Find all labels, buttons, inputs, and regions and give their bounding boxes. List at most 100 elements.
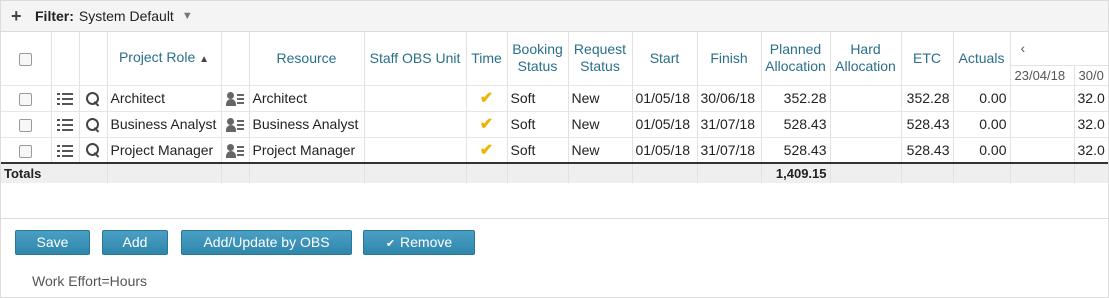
details-list-icon[interactable] <box>57 144 73 158</box>
filter-value[interactable]: System Default <box>79 8 174 24</box>
col-header-finish[interactable]: Finish <box>697 32 762 85</box>
details-list-icon[interactable] <box>57 118 73 132</box>
resource-icon[interactable] <box>226 118 244 133</box>
cell-booking-status: Soft <box>507 136 569 163</box>
cell-project-role: Project Manager <box>107 136 222 163</box>
totals-blank <box>1074 162 1108 183</box>
row-select-cell <box>1 84 52 111</box>
select-all-checkbox[interactable] <box>19 52 33 66</box>
col-header-date-2: 30/0 <box>1074 64 1108 85</box>
row-checkbox[interactable] <box>19 118 33 132</box>
cell-resource-link[interactable]: Architect <box>249 84 365 111</box>
cell-staff-obs <box>364 110 467 137</box>
remove-label: Remove <box>400 234 453 250</box>
row-select-cell <box>1 110 52 137</box>
col-header-date-1: 23/04/18 <box>1010 64 1075 85</box>
expand-filter-icon[interactable]: + <box>11 7 25 25</box>
totals-blank <box>221 162 250 183</box>
timescale-nav: ‹ <box>1010 32 1108 65</box>
totals-blank <box>568 162 633 183</box>
cell-date-2: 32.0 <box>1074 110 1108 137</box>
col-header-project-role[interactable]: Project Role ▲ <box>107 32 222 85</box>
cell-hard <box>830 136 902 163</box>
cell-time: ✔ <box>466 110 508 137</box>
col-header-time[interactable]: Time <box>466 32 508 85</box>
row-resource-icon-cell <box>221 110 250 137</box>
col-header-actuals[interactable]: Actuals <box>953 32 1011 85</box>
details-list-icon[interactable] <box>57 92 73 106</box>
row-checkbox[interactable] <box>19 144 33 158</box>
cell-date-1 <box>1010 84 1075 111</box>
cell-start: 01/05/18 <box>632 110 698 137</box>
col-header-resource[interactable]: Resource <box>249 32 365 85</box>
col-header-planned-allocation[interactable]: Planned Allocation <box>761 32 831 85</box>
previous-period-icon[interactable]: ‹ <box>1021 40 1026 56</box>
check-icon: ✔ <box>385 238 396 250</box>
cell-planned: 528.43 <box>761 110 831 137</box>
header-blank-1 <box>51 32 80 85</box>
row-details-cell <box>51 84 80 111</box>
cell-finish: 31/07/18 <box>697 110 762 137</box>
cell-date-1 <box>1010 110 1075 137</box>
totals-blank <box>1010 162 1075 183</box>
col-header-request-status[interactable]: Request Status <box>568 32 633 85</box>
table-row[interactable]: Architect Architect ✔ Soft New 01/05/18 … <box>1 84 1108 111</box>
totals-blank <box>507 162 569 183</box>
cell-start: 01/05/18 <box>632 84 698 111</box>
project-role-label: Project Role <box>118 48 196 65</box>
cell-etc: 352.28 <box>901 84 954 111</box>
col-header-booking-status[interactable]: Booking Status <box>507 32 569 85</box>
cell-hard <box>830 110 902 137</box>
cell-request-status: New <box>568 84 633 111</box>
filter-dropdown-icon[interactable]: ▼ <box>182 10 193 22</box>
cell-date-1 <box>1010 136 1075 163</box>
cell-booking-status: Soft <box>507 110 569 137</box>
cell-hard <box>830 84 902 111</box>
cell-date-2: 32.0 <box>1074 136 1108 163</box>
save-button[interactable]: Save <box>15 230 90 255</box>
add-button[interactable]: Add <box>102 230 168 255</box>
totals-blank <box>830 162 902 183</box>
remove-button[interactable]: ✔ Remove <box>363 230 475 255</box>
table-row[interactable]: Project Manager Project Manager ✔ Soft N… <box>1 136 1108 163</box>
col-header-hard-allocation[interactable]: Hard Allocation <box>830 32 902 85</box>
totals-blank <box>901 162 954 183</box>
cell-time: ✔ <box>466 84 508 111</box>
add-update-by-obs-button[interactable]: Add/Update by OBS <box>181 230 352 255</box>
allocation-table: Project Role ▲ Resource Staff OBS Unit T… <box>1 32 1108 183</box>
col-header-start[interactable]: Start <box>632 32 698 85</box>
resource-icon[interactable] <box>226 143 244 158</box>
cell-resource-link[interactable]: Business Analyst <box>249 110 365 137</box>
totals-blank <box>107 162 222 183</box>
cell-staff-obs <box>364 84 467 111</box>
filter-bar: + Filter: System Default ▼ <box>0 0 1109 31</box>
resource-icon[interactable] <box>226 92 244 107</box>
cell-project-role: Architect <box>107 84 222 111</box>
cell-resource-link[interactable]: Project Manager <box>249 136 365 163</box>
row-search-cell <box>79 110 108 137</box>
col-header-staff-obs-unit[interactable]: Staff OBS Unit <box>364 32 467 85</box>
row-search-cell <box>79 136 108 163</box>
cell-staff-obs <box>364 136 467 163</box>
select-all-cell <box>1 32 52 85</box>
search-icon[interactable] <box>85 91 101 107</box>
search-icon[interactable] <box>85 142 101 158</box>
work-effort-note: Work Effort=Hours <box>32 273 148 289</box>
checkmark-icon: ✔ <box>479 116 494 133</box>
col-header-etc[interactable]: ETC <box>901 32 954 85</box>
totals-blank <box>632 162 698 183</box>
row-checkbox[interactable] <box>19 92 33 106</box>
totals-blank <box>697 162 762 183</box>
table-row[interactable]: Business Analyst Business Analyst ✔ Soft… <box>1 110 1108 137</box>
row-details-cell <box>51 136 80 163</box>
cell-planned: 528.43 <box>761 136 831 163</box>
cell-request-status: New <box>568 110 633 137</box>
cell-request-status: New <box>568 136 633 163</box>
cell-etc: 528.43 <box>901 136 954 163</box>
allocation-grid: Project Role ▲ Resource Staff OBS Unit T… <box>0 31 1109 219</box>
action-button-bar: Save Add Add/Update by OBS ✔ Remove <box>0 219 1109 263</box>
search-icon[interactable] <box>85 117 101 133</box>
row-resource-icon-cell <box>221 84 250 111</box>
cell-project-role: Business Analyst <box>107 110 222 137</box>
header-blank-2 <box>79 32 108 85</box>
